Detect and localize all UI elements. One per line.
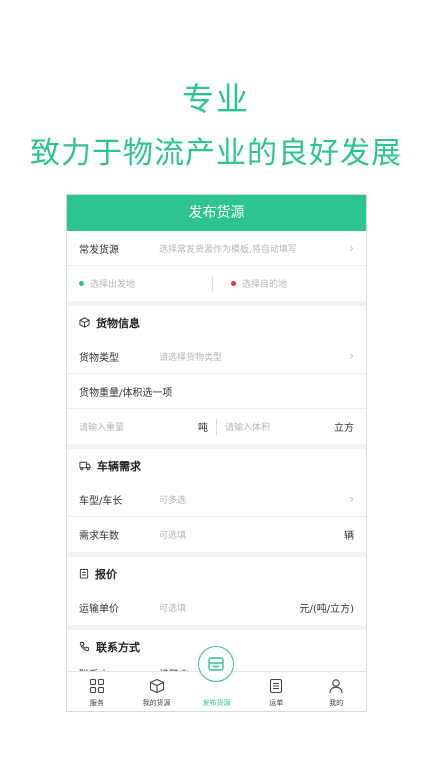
- promo-title: 专业: [181, 80, 250, 118]
- vehicle-count-row[interactable]: 需求车数 可选填 辆: [67, 517, 366, 552]
- unit-price-label: 运输单价: [79, 604, 119, 615]
- tab-label: 我的: [329, 699, 344, 707]
- vehicle-type-placeholder: 可多选: [159, 495, 187, 506]
- weight-volume-label: 货物重量/体积选一项: [79, 387, 173, 399]
- destination-dot-icon: [231, 281, 236, 286]
- grid-icon: [89, 678, 105, 696]
- location-row: 选择出发地 选择目的地: [67, 266, 366, 301]
- quote-section-title: 报价: [95, 567, 117, 581]
- divider: [216, 418, 217, 435]
- cargo-type-label: 货物类型: [79, 352, 119, 364]
- vehicle-section-title: 车辆需求: [97, 459, 141, 473]
- tab-label: 运单: [269, 699, 284, 707]
- quote-section-header: 报价: [67, 557, 366, 590]
- cargo-section-title: 货物信息: [96, 316, 140, 330]
- tab-service[interactable]: 服务: [67, 672, 127, 711]
- cargo-section-header: 货物信息: [67, 306, 366, 339]
- common-source-placeholder: 选择常发货源作为模板,将自动填写: [159, 244, 297, 255]
- vehicle-count-placeholder: 可选填: [159, 531, 187, 541]
- origin-selector[interactable]: 选择出发地: [79, 277, 202, 290]
- publish-icon[interactable]: [198, 646, 235, 682]
- origin-placeholder: 选择出发地: [90, 280, 136, 290]
- cargo-section: 货物信息 货物类型 请选择货物类型 › 货物重量/体积选一项 请输入重量 吨 请…: [67, 306, 366, 444]
- common-source-row[interactable]: 常发货源 选择常发货源作为模板,将自动填写 ›: [67, 231, 366, 266]
- phone-screen: 发布货源 常发货源 选择常发货源作为模板,将自动填写 › 选择出发地 选择目的地…: [66, 194, 367, 712]
- vehicle-section-header: 车辆需求: [67, 449, 366, 482]
- tab-mine[interactable]: 我的: [306, 672, 366, 711]
- destination-selector[interactable]: 选择目的地: [231, 277, 354, 290]
- page-title: 发布货源: [67, 195, 366, 231]
- tab-label: 我的货源: [142, 699, 171, 707]
- cargo-type-placeholder: 请选择货物类型: [159, 352, 223, 363]
- phone-icon: [79, 641, 90, 652]
- vehicle-type-row[interactable]: 车型/车长 可多选 ›: [67, 482, 366, 517]
- vehicle-section: 车辆需求 车型/车长 可多选 › 需求车数 可选填 辆: [67, 449, 366, 552]
- tab-label: 发布货源: [202, 699, 231, 707]
- promo-subtitle: 致力于物流产业的良好发展: [30, 136, 402, 171]
- unit-price-unit: 元/(吨/立方): [299, 604, 354, 615]
- volume-unit: 立方: [334, 423, 354, 434]
- tab-label: 服务: [89, 699, 104, 707]
- user-icon: [328, 678, 344, 696]
- vehicle-type-label: 车型/车长: [79, 495, 123, 507]
- weight-input[interactable]: 请输入重量 吨: [79, 419, 208, 434]
- common-source-label: 常发货源: [79, 244, 119, 256]
- chevron-right-icon: ›: [349, 349, 354, 363]
- box-icon: [149, 678, 165, 696]
- bottom-tab-bar: 服务 我的货源 发布货源 运单 我的: [67, 646, 366, 711]
- unit-price-row[interactable]: 运输单价 可选填 元/(吨/立方): [67, 590, 366, 625]
- weight-unit: 吨: [198, 423, 208, 434]
- tab-waybill[interactable]: 运单: [246, 672, 306, 711]
- weight-placeholder: 请输入重量: [79, 423, 125, 433]
- truck-icon: [79, 460, 91, 471]
- weight-volume-row: 货物重量/体积选一项: [67, 374, 366, 409]
- contact-section-title: 联系方式: [96, 640, 140, 654]
- destination-placeholder: 选择目的地: [242, 280, 288, 290]
- chevron-right-icon: ›: [349, 492, 354, 506]
- volume-input[interactable]: 请输入体积 立方: [225, 419, 354, 434]
- unit-price-placeholder: 可选填: [159, 604, 187, 614]
- tab-my-sources[interactable]: 我的货源: [127, 672, 187, 711]
- tab-publish[interactable]: 发布货源: [187, 646, 247, 711]
- cargo-type-row[interactable]: 货物类型 请选择货物类型 ›: [67, 339, 366, 374]
- vehicle-count-unit: 辆: [344, 531, 354, 542]
- cube-icon: [79, 317, 90, 328]
- origin-dot-icon: [79, 281, 84, 286]
- divider: [212, 275, 213, 292]
- volume-placeholder: 请输入体积: [225, 423, 271, 433]
- vehicle-count-label: 需求车数: [79, 531, 119, 542]
- route-section: 常发货源 选择常发货源作为模板,将自动填写 › 选择出发地 选择目的地: [67, 231, 366, 301]
- document-icon: [268, 678, 284, 696]
- quote-section: 报价 运输单价 可选填 元/(吨/立方): [67, 557, 366, 625]
- weight-volume-inputs: 请输入重量 吨 请输入体积 立方: [67, 409, 366, 444]
- chevron-right-icon: ›: [349, 241, 354, 255]
- clipboard-icon: [79, 568, 89, 579]
